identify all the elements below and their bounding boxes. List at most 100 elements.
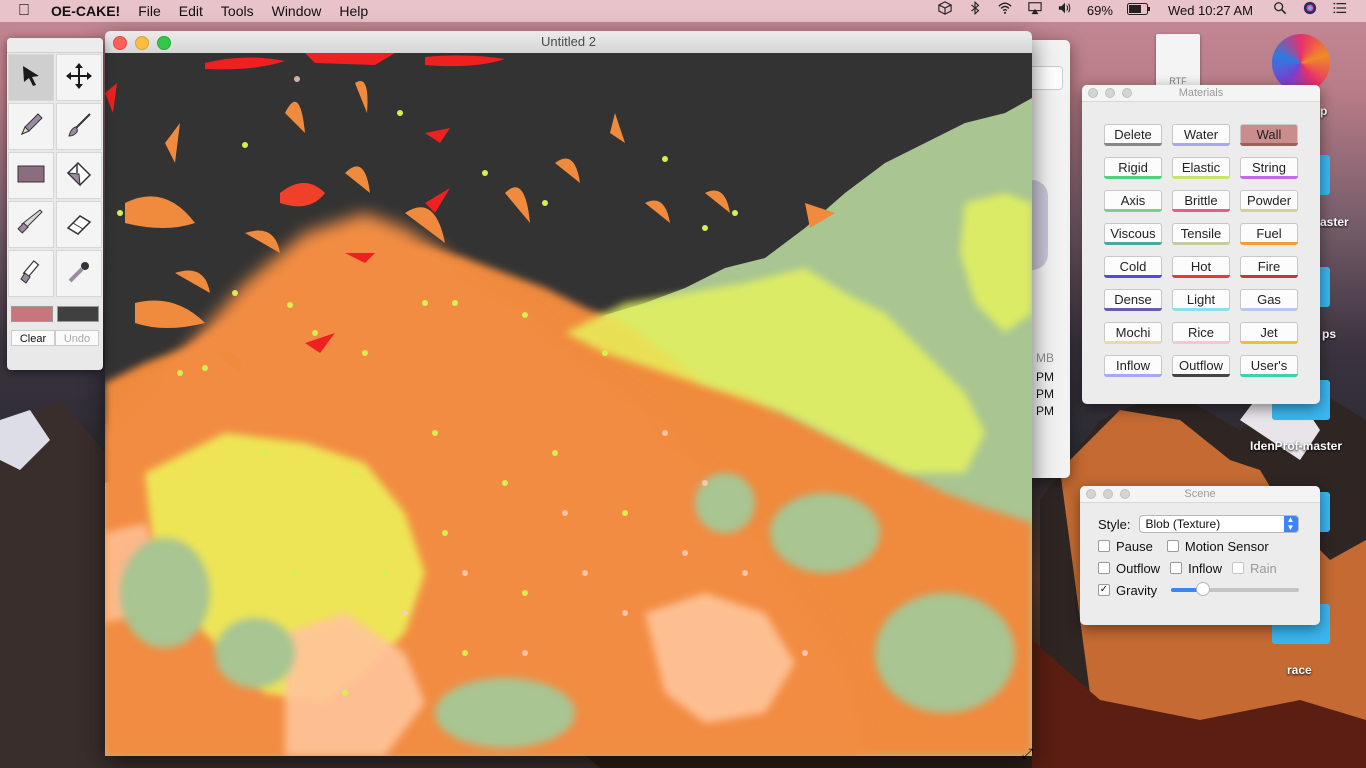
desktop-app-icon[interactable] bbox=[1272, 34, 1330, 92]
bluetooth-icon[interactable] bbox=[960, 0, 990, 22]
gravity-slider-knob[interactable] bbox=[1196, 582, 1211, 596]
material-cold-button[interactable]: Cold bbox=[1104, 256, 1162, 278]
wifi-icon[interactable] bbox=[990, 0, 1020, 22]
material-tensile-button[interactable]: Tensile bbox=[1172, 223, 1230, 245]
material-color-bar bbox=[1104, 176, 1162, 179]
material-hot-button[interactable]: Hot bbox=[1172, 256, 1230, 278]
app-menu[interactable]: OE-CAKE! bbox=[42, 0, 129, 22]
motion-sensor-checkbox[interactable] bbox=[1166, 540, 1179, 552]
package-icon[interactable] bbox=[930, 0, 960, 22]
simulation-canvas[interactable] bbox=[105, 53, 1032, 756]
menubar-clock[interactable]: Wed 10:27 AM bbox=[1158, 0, 1265, 22]
material-string-button[interactable]: String bbox=[1240, 157, 1298, 179]
battery-percent[interactable]: 69% bbox=[1080, 0, 1120, 22]
light-tool[interactable] bbox=[8, 250, 54, 297]
desktop-item-label[interactable]: IdenProf-master bbox=[1250, 439, 1342, 453]
brush-tool[interactable] bbox=[56, 103, 102, 150]
material-rigid-button[interactable]: Rigid bbox=[1104, 157, 1162, 179]
outflow-checkbox[interactable] bbox=[1098, 562, 1110, 574]
primary-color-swatch[interactable] bbox=[11, 306, 53, 322]
pause-checkbox[interactable] bbox=[1098, 540, 1110, 552]
main-window: Untitled 2 bbox=[105, 31, 1032, 756]
knife-icon bbox=[16, 208, 46, 241]
material-delete-button[interactable]: Delete bbox=[1104, 124, 1162, 146]
material-label: User's bbox=[1250, 358, 1288, 373]
apple-menu-icon[interactable]:  bbox=[0, 2, 42, 20]
dropper-tool[interactable] bbox=[56, 250, 102, 297]
select-tool[interactable] bbox=[8, 54, 54, 101]
material-rice-button[interactable]: Rice bbox=[1172, 322, 1230, 344]
menu-edit[interactable]: Edit bbox=[170, 0, 212, 22]
menu-tools[interactable]: Tools bbox=[212, 0, 263, 22]
material-gas-button[interactable]: Gas bbox=[1240, 289, 1298, 311]
material-axis-button[interactable]: Axis bbox=[1104, 190, 1162, 212]
desktop-item-label[interactable]: race bbox=[1287, 663, 1312, 677]
material-light-button[interactable]: Light bbox=[1172, 289, 1230, 311]
menu-window[interactable]: Window bbox=[263, 0, 331, 22]
minimize-button[interactable] bbox=[1105, 88, 1115, 98]
clear-button[interactable]: Clear bbox=[11, 330, 55, 346]
style-select[interactable]: Blob (Texture) ▲ ▼ bbox=[1138, 515, 1299, 533]
material-jet-button[interactable]: Jet bbox=[1240, 322, 1298, 344]
pencil-icon bbox=[17, 111, 45, 142]
zoom-button[interactable] bbox=[1120, 489, 1130, 499]
material-water-button[interactable]: Water bbox=[1172, 124, 1230, 146]
desktop-item-label[interactable]: aster bbox=[1320, 215, 1349, 229]
material-fuel-button[interactable]: Fuel bbox=[1240, 223, 1298, 245]
minimize-button[interactable] bbox=[135, 36, 149, 50]
spotlight-search-icon[interactable] bbox=[1265, 0, 1295, 22]
airplay-icon[interactable] bbox=[1020, 0, 1050, 22]
move-tool[interactable] bbox=[56, 54, 102, 101]
motion-sensor-label: Motion Sensor bbox=[1184, 538, 1269, 554]
gravity-slider[interactable] bbox=[1171, 582, 1300, 596]
eraser-tool[interactable] bbox=[56, 201, 102, 248]
window-resize-handle[interactable]: ⤢ bbox=[1022, 746, 1036, 760]
knife-tool[interactable] bbox=[8, 201, 54, 248]
undo-button[interactable]: Undo bbox=[55, 330, 99, 346]
material-elastic-button[interactable]: Elastic bbox=[1172, 157, 1230, 179]
main-window-titlebar[interactable]: Untitled 2 bbox=[105, 31, 1032, 54]
fill-tool[interactable] bbox=[56, 152, 102, 199]
material-users-button[interactable]: User's bbox=[1240, 355, 1298, 377]
material-inflow-button[interactable]: Inflow bbox=[1104, 355, 1162, 377]
file-size: MB bbox=[1036, 351, 1054, 365]
notification-center-icon[interactable] bbox=[1325, 0, 1366, 22]
volume-icon[interactable] bbox=[1050, 0, 1080, 22]
arrow-pointer-icon bbox=[18, 63, 44, 92]
desktop-item-label[interactable]: ps bbox=[1322, 327, 1336, 341]
rain-checkbox[interactable] bbox=[1232, 562, 1245, 574]
menu-help[interactable]: Help bbox=[330, 0, 377, 22]
material-color-bar bbox=[1240, 143, 1298, 146]
background-window[interactable]: MB PM PM PM bbox=[1032, 40, 1070, 478]
battery-icon[interactable] bbox=[1120, 0, 1158, 22]
materials-panel-titlebar[interactable]: Materials bbox=[1082, 85, 1320, 102]
zoom-button[interactable] bbox=[157, 36, 171, 50]
minimize-button[interactable] bbox=[1103, 489, 1113, 499]
inflow-checkbox[interactable] bbox=[1170, 562, 1183, 574]
material-mochi-button[interactable]: Mochi bbox=[1104, 322, 1162, 344]
scene-panel-titlebar[interactable]: Scene bbox=[1080, 486, 1320, 503]
material-brittle-button[interactable]: Brittle bbox=[1172, 190, 1230, 212]
desktop-document-icon[interactable]: RTF bbox=[1156, 34, 1200, 88]
close-button[interactable] bbox=[1086, 489, 1096, 499]
pencil-tool[interactable] bbox=[8, 103, 54, 150]
secondary-color-swatch[interactable] bbox=[57, 306, 99, 322]
material-color-bar bbox=[1104, 341, 1162, 344]
material-dense-button[interactable]: Dense bbox=[1104, 289, 1162, 311]
close-button[interactable] bbox=[1088, 88, 1098, 98]
material-color-bar bbox=[1104, 209, 1162, 212]
zoom-button[interactable] bbox=[1122, 88, 1132, 98]
close-button[interactable] bbox=[113, 36, 127, 50]
menu-file[interactable]: File bbox=[129, 0, 170, 22]
material-powder-button[interactable]: Powder bbox=[1240, 190, 1298, 212]
material-viscous-button[interactable]: Viscous bbox=[1104, 223, 1162, 245]
material-wall-button[interactable]: Wall bbox=[1240, 124, 1298, 146]
material-label: Axis bbox=[1120, 193, 1146, 208]
rectangle-tool[interactable] bbox=[8, 152, 54, 199]
material-outflow-button[interactable]: Outflow bbox=[1172, 355, 1230, 377]
siri-icon[interactable] bbox=[1295, 0, 1325, 22]
material-fire-button[interactable]: Fire bbox=[1240, 256, 1298, 278]
desktop-item-label[interactable]: p bbox=[1320, 104, 1327, 118]
tools-palette-titlebar[interactable] bbox=[7, 38, 103, 53]
gravity-checkbox[interactable]: ✓ bbox=[1098, 584, 1110, 596]
